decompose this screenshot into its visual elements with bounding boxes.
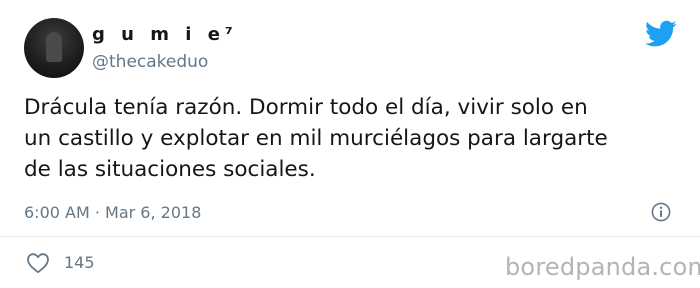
- tweet-text-line: de las situaciones sociales.: [24, 157, 316, 182]
- avatar[interactable]: [24, 18, 84, 78]
- divider: [0, 236, 700, 237]
- author-display-name[interactable]: g u m i e⁷: [92, 24, 238, 45]
- author-handle[interactable]: @thecakeduo: [92, 52, 208, 72]
- watermark: boredpanda.com: [505, 253, 700, 281]
- twitter-bird-icon[interactable]: [645, 20, 677, 48]
- tweet-text-line: un castillo y explotar en mil murciélago…: [24, 126, 608, 151]
- avatar-figure: [46, 32, 62, 62]
- info-icon[interactable]: [651, 202, 671, 222]
- like-count: 145: [64, 253, 95, 272]
- tweet-timestamp[interactable]: 6:00 AM · Mar 6, 2018: [24, 203, 201, 222]
- tweet-text: Drácula tenía razón. Dormir todo el día,…: [24, 92, 684, 185]
- heart-icon[interactable]: [26, 252, 50, 274]
- tweet-text-line: Drácula tenía razón. Dormir todo el día,…: [24, 95, 588, 120]
